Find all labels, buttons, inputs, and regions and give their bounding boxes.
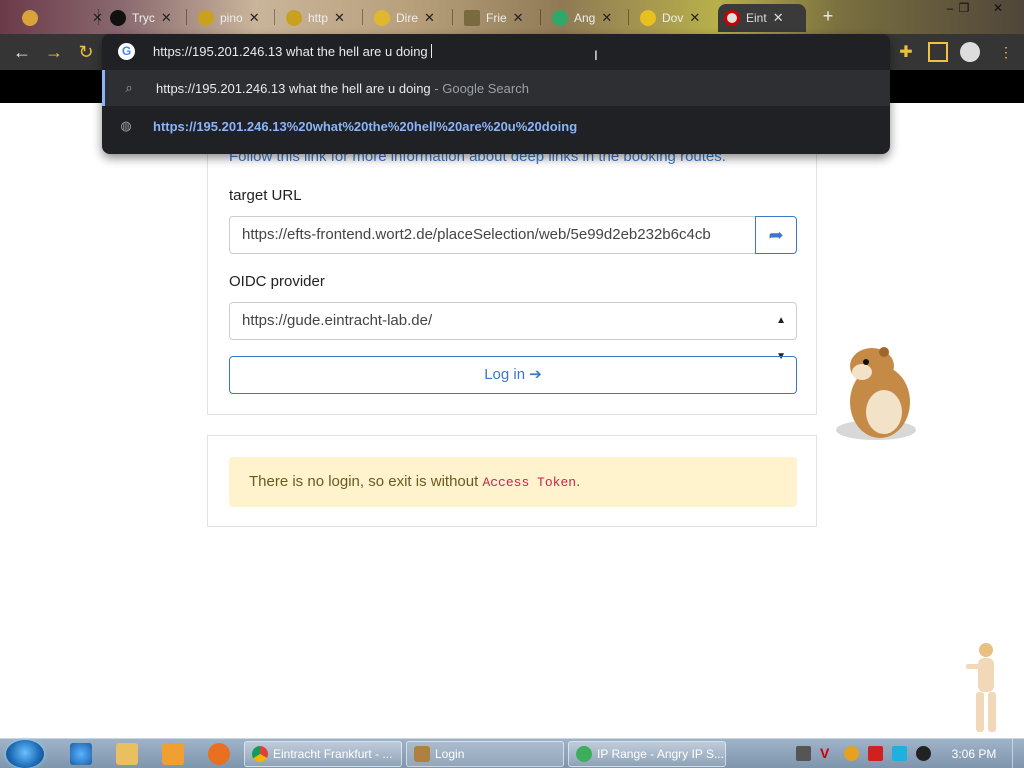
globe-icon: ◍	[120, 118, 132, 133]
back-icon[interactable]: ←	[10, 40, 34, 64]
google-icon: G	[118, 43, 135, 60]
tray-display-icon[interactable]	[892, 746, 907, 761]
taskbar-item-chrome[interactable]: Eintracht Frankfurt - ...	[244, 741, 402, 767]
explorer-folder-icon[interactable]	[116, 743, 138, 765]
status-card: There is no login, so exit is without Ac…	[207, 435, 817, 527]
start-button[interactable]	[6, 740, 44, 768]
tab-separator	[540, 9, 541, 25]
media-player-icon[interactable]	[162, 743, 184, 765]
login-app-icon	[414, 746, 430, 762]
target-url-input[interactable]: https://efts-frontend.wort2.de/placeSele…	[229, 216, 756, 254]
reading-list-icon[interactable]	[928, 42, 948, 62]
angry-ip-icon	[576, 746, 592, 762]
hamster-desktop-pet[interactable]	[832, 342, 920, 446]
reload-icon[interactable]: ↻	[74, 40, 98, 64]
tray-search-icon[interactable]	[844, 746, 859, 761]
show-desktop-button[interactable]	[1012, 739, 1024, 768]
app-icon[interactable]	[208, 743, 230, 765]
internet-explorer-icon[interactable]	[70, 743, 92, 765]
spiral-icon	[286, 10, 302, 26]
tab-4[interactable]: http ✕	[280, 4, 351, 32]
tray-network-icon[interactable]	[796, 746, 811, 761]
close-tab-icon[interactable]: ✕	[334, 10, 345, 26]
chrome-icon	[252, 746, 268, 762]
share-icon: ➦	[768, 225, 784, 245]
tray-v-icon[interactable]: V	[820, 746, 835, 761]
smiley-icon	[640, 10, 656, 26]
tab-active-eintracht[interactable]: Eint ✕	[718, 4, 806, 32]
address-bar[interactable]: G https://195.201.246.13 what the hell a…	[102, 34, 890, 70]
windows-taskbar: Eintracht Frankfurt - ... Login IP Range…	[0, 738, 1024, 768]
login-button[interactable]: Log in ➔	[229, 356, 797, 394]
close-tab-icon[interactable]: ✕	[601, 10, 612, 26]
menu-icon[interactable]: ⋮	[996, 42, 1016, 62]
tab-separator	[452, 9, 453, 25]
forward-icon[interactable]: →	[42, 40, 66, 64]
mouse-cursor-icon: I	[594, 47, 598, 63]
address-input[interactable]: https://195.201.246.13 what the hell are…	[153, 44, 432, 59]
no-login-alert: There is no login, so exit is without Ac…	[229, 457, 797, 507]
tab-2[interactable]: Tryc ✕	[104, 4, 178, 32]
tab-8[interactable]: Dov ✕	[634, 4, 706, 32]
close-tab-icon[interactable]: ✕	[249, 10, 260, 26]
photo-icon	[464, 10, 480, 26]
tab-separator	[98, 9, 99, 25]
tray-volume-icon[interactable]	[916, 746, 931, 761]
close-tab-icon[interactable]: ✕	[513, 10, 524, 26]
sign-in-icon: ➔	[529, 366, 542, 383]
tab-1[interactable]: ✕	[16, 4, 109, 32]
close-tab-icon[interactable]: ✕	[689, 10, 700, 26]
tab-6[interactable]: Frie ✕	[458, 4, 530, 32]
suggestion-url[interactable]: ◍ https://195.201.246.13%20what%20the%20…	[102, 108, 890, 144]
oidc-provider-select[interactable]: https://gude.eintracht-lab.de/ ▲ ▼	[229, 302, 797, 362]
cat-icon	[22, 10, 38, 26]
spiral-icon	[198, 10, 214, 26]
tab-3[interactable]: pino ✕	[192, 4, 266, 32]
eintracht-icon	[724, 10, 740, 26]
profile-icon[interactable]	[960, 42, 980, 62]
tab-separator	[362, 9, 363, 25]
tray-flag-icon[interactable]	[868, 746, 883, 761]
taskbar-clock[interactable]: 3:06 PM	[944, 739, 1004, 768]
tab-7[interactable]: Ang ✕	[546, 4, 618, 32]
tab-separator	[274, 9, 275, 25]
access-token-code: Access Token	[482, 475, 577, 490]
close-tab-icon[interactable]: ✕	[773, 10, 784, 26]
suggestion-search[interactable]: ⌕ https://195.201.246.13 what the hell a…	[102, 70, 890, 106]
extensions-icon[interactable]: ✚	[896, 42, 916, 62]
new-tab-button[interactable]: +	[818, 6, 838, 26]
tab-strip: ✕ Tryc ✕ pino ✕ http ✕ Dire ✕ Frie ✕ Ang…	[0, 0, 1024, 34]
tab-separator	[628, 9, 629, 25]
tab-separator	[186, 9, 187, 25]
taskbar-item-angry-ip[interactable]: IP Range - Angry IP S...	[568, 741, 726, 767]
close-tab-icon[interactable]: ✕	[424, 10, 435, 26]
text-caret	[430, 44, 432, 58]
face-icon	[110, 10, 126, 26]
search-icon: ⌕	[125, 80, 133, 95]
omnibox-dropdown: G https://195.201.246.13 what the hell a…	[102, 34, 890, 154]
star-icon	[374, 10, 390, 26]
close-window-button[interactable]: ✕	[984, 0, 1012, 16]
maximize-button[interactable]: ❐	[950, 0, 978, 16]
leaf-icon	[552, 10, 568, 26]
target-url-label: target URL	[229, 187, 302, 204]
close-tab-icon[interactable]: ✕	[161, 10, 172, 26]
oidc-provider-label: OIDC provider	[229, 273, 325, 290]
tab-5[interactable]: Dire ✕	[368, 4, 441, 32]
dancer-desktop-pet[interactable]	[958, 640, 1008, 740]
share-arrow-button[interactable]: ➦	[755, 216, 797, 254]
taskbar-item-login[interactable]: Login	[406, 741, 564, 767]
